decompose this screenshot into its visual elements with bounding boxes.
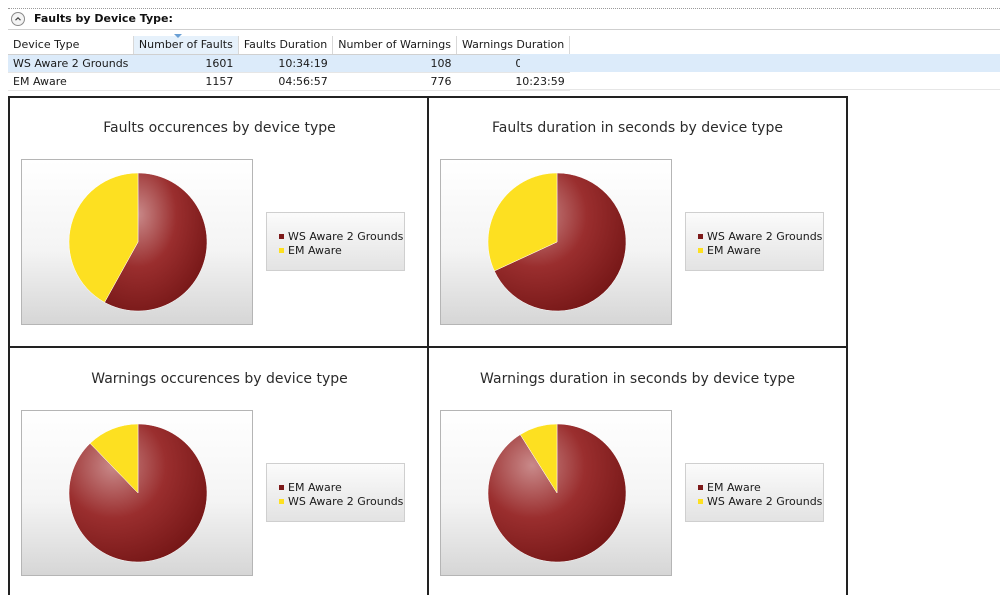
legend-swatch <box>698 233 703 239</box>
group-title: Faults by Device Type: <box>34 12 173 25</box>
legend-item: WS Aware 2 Grounds <box>279 494 403 508</box>
group-header: Faults by Device Type: <box>8 8 1000 30</box>
pie-chart <box>487 423 627 563</box>
legend-item: WS Aware 2 Grounds <box>279 229 403 243</box>
chart-panel-faults-duration: Faults duration in seconds by device typ… <box>427 96 848 348</box>
column-header-number-of-faults[interactable]: Number of Faults <box>133 34 239 55</box>
chevron-up-icon <box>15 16 21 21</box>
chart-panel-faults-occurrences: Faults occurences by device type WS Awar… <box>8 96 429 348</box>
table-row[interactable]: EM Aware 1157 04:56:57 776 10:23:59 <box>8 72 570 91</box>
plot-area <box>440 159 672 325</box>
legend-swatch <box>279 498 284 504</box>
legend-label: EM Aware <box>707 480 761 494</box>
legend-swatch <box>698 484 703 490</box>
chart-legend: WS Aware 2 Grounds EM Aware <box>266 212 405 271</box>
legend-item: EM Aware <box>279 480 342 494</box>
chart-title: Warnings occurences by device type <box>91 371 348 387</box>
cell-number-of-warnings: 776 <box>332 72 457 91</box>
legend-item: EM Aware <box>279 243 342 257</box>
legend-item: WS Aware 2 Grounds <box>698 229 822 243</box>
cell-device-type: WS Aware 2 Grounds <box>8 54 134 73</box>
chart-legend: EM Aware WS Aware 2 Grounds <box>685 463 824 522</box>
cell-number-of-faults: 1601 <box>133 54 239 73</box>
legend-swatch <box>279 233 284 239</box>
legend-swatch <box>698 498 703 504</box>
legend-item: WS Aware 2 Grounds <box>698 494 822 508</box>
legend-item: EM Aware <box>698 480 761 494</box>
plot-area <box>21 410 253 576</box>
cell-number-of-warnings: 108 <box>332 54 457 73</box>
pie-chart <box>487 172 627 312</box>
chart-panel-warnings-duration: Warnings duration in seconds by device t… <box>427 346 848 595</box>
cell-number-of-faults: 1157 <box>133 72 239 91</box>
legend-label: EM Aware <box>288 243 342 257</box>
faults-table: Device Type Number of Faults Faults Dura… <box>8 34 571 91</box>
legend-label: EM Aware <box>288 480 342 494</box>
legend-swatch <box>698 247 703 253</box>
pie-chart <box>68 423 208 563</box>
table-row[interactable]: WS Aware 2 Grounds 1601 10:34:19 108 01:… <box>8 54 570 73</box>
chart-legend: EM Aware WS Aware 2 Grounds <box>266 463 405 522</box>
table-header-row: Device Type Number of Faults Faults Dura… <box>8 34 571 55</box>
legend-label: WS Aware 2 Grounds <box>288 229 404 243</box>
cell-device-type: EM Aware <box>8 72 134 91</box>
column-header-faults-duration[interactable]: Faults Duration <box>238 36 334 55</box>
column-header-device-type[interactable]: Device Type <box>8 36 134 55</box>
plot-area <box>21 159 253 325</box>
chart-title: Faults duration in seconds by device typ… <box>492 120 783 136</box>
selected-row-extension <box>520 54 1000 72</box>
column-header-number-of-warnings[interactable]: Number of Warnings <box>332 36 457 55</box>
chart-title: Warnings duration in seconds by device t… <box>480 371 795 387</box>
chart-legend: WS Aware 2 Grounds EM Aware <box>685 212 824 271</box>
chart-title: Faults occurences by device type <box>103 120 336 136</box>
chart-panel-warnings-occurrences: Warnings occurences by device type EM Aw… <box>8 346 429 595</box>
legend-label: WS Aware 2 Grounds <box>707 494 823 508</box>
pie-chart <box>68 172 208 312</box>
collapse-group-button[interactable] <box>11 12 25 26</box>
legend-label: EM Aware <box>707 243 761 257</box>
column-header-warnings-duration[interactable]: Warnings Duration <box>456 36 571 55</box>
legend-swatch <box>279 484 284 490</box>
legend-label: WS Aware 2 Grounds <box>288 494 404 508</box>
plot-area <box>440 410 672 576</box>
cell-faults-duration: 10:34:19 <box>238 54 333 73</box>
column-header-label: Number of Faults <box>138 38 233 52</box>
row-extension <box>520 72 1000 90</box>
legend-item: EM Aware <box>698 243 761 257</box>
legend-label: WS Aware 2 Grounds <box>707 229 823 243</box>
legend-swatch <box>279 247 284 253</box>
sort-descending-icon <box>173 34 182 38</box>
cell-faults-duration: 04:56:57 <box>238 72 333 91</box>
